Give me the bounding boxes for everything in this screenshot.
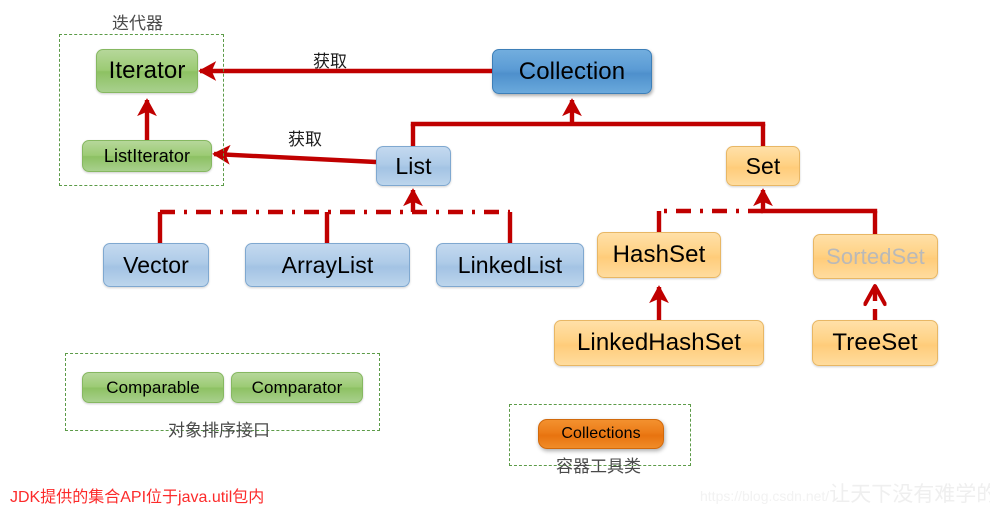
node-collection-label: Collection — [518, 57, 626, 85]
watermark: https://blog.csdn.net/让天下没有难学的技术 — [700, 484, 990, 505]
node-comparable-label: Comparable — [106, 377, 200, 397]
node-list[interactable]: List — [376, 146, 451, 186]
watermark-text: 让天下没有难学的技术 — [829, 483, 990, 506]
node-linked-list-label: LinkedList — [457, 251, 563, 278]
node-hash-set[interactable]: HashSet — [597, 232, 721, 278]
node-list-label: List — [395, 152, 432, 179]
node-iterator-label: Iterator — [108, 57, 186, 84]
node-array-list-label: ArrayList — [281, 251, 374, 278]
node-vector[interactable]: Vector — [103, 243, 209, 287]
node-set[interactable]: Set — [726, 146, 800, 186]
node-comparator-label: Comparator — [251, 377, 343, 397]
node-hash-set-label: HashSet — [612, 241, 706, 268]
node-collections[interactable]: Collections — [538, 419, 664, 449]
edge-label-list-listiterator: 获取 — [288, 130, 322, 149]
diagram-canvas: Iterator (horizontal, arrow at Iterator'… — [0, 0, 990, 517]
node-comparator[interactable]: Comparator — [231, 372, 363, 403]
node-comparable[interactable]: Comparable — [82, 372, 224, 403]
node-tree-set-label: TreeSet — [832, 329, 918, 356]
node-list-iterator-label: ListIterator — [103, 145, 191, 166]
watermark-url: https://blog.csdn.net/ — [700, 488, 830, 504]
node-list-iterator[interactable]: ListIterator — [82, 140, 212, 172]
node-collection[interactable]: Collection — [492, 49, 652, 94]
group-label-tools: 容器工具类 — [556, 457, 641, 476]
node-vector-label: Vector — [123, 251, 189, 278]
node-linked-hash-set-label: LinkedHashSet — [576, 329, 742, 356]
node-iterator[interactable]: Iterator — [96, 49, 198, 93]
node-sorted-set[interactable]: SortedSet — [813, 234, 938, 279]
footnote-jdk-note: JDK提供的集合API位于java.util包内 — [10, 489, 265, 506]
node-sorted-set-label: SortedSet — [826, 243, 925, 269]
node-array-list[interactable]: ArrayList — [245, 243, 410, 287]
node-tree-set[interactable]: TreeSet — [812, 320, 938, 366]
node-set-label: Set — [745, 152, 781, 179]
edge-label-collection-iterator: 获取 — [313, 52, 347, 71]
group-label-sorting: 对象排序接口 — [168, 421, 270, 440]
node-linked-hash-set[interactable]: LinkedHashSet — [554, 320, 764, 366]
group-label-iterator: 迭代器 — [112, 14, 163, 33]
node-collections-label: Collections — [561, 425, 641, 442]
node-linked-list[interactable]: LinkedList — [436, 243, 584, 287]
